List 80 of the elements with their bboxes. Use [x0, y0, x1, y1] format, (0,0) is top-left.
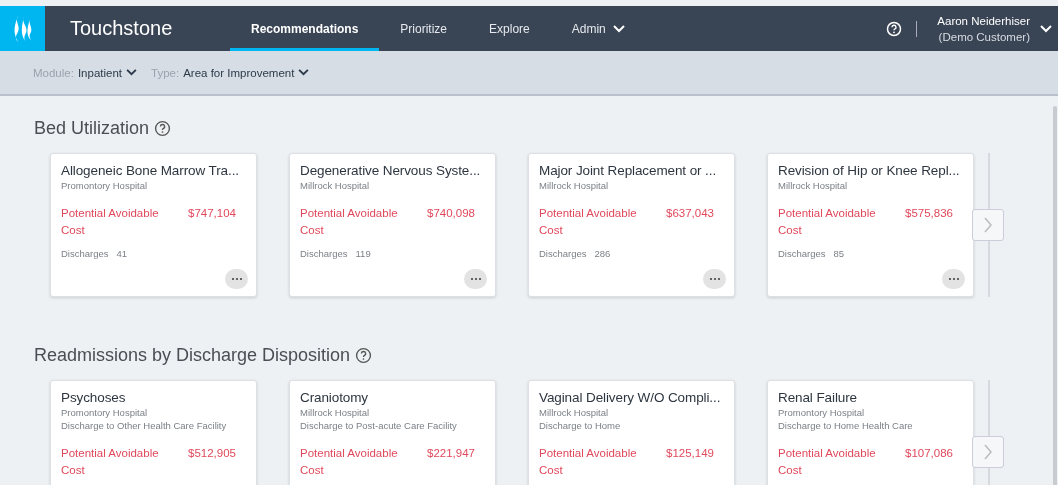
recommendation-card[interactable]: Major Joint Replacement or ... Millrock Hospital Potential Avoidable Cost $637,043 Discharges 286	[528, 153, 735, 297]
more-button[interactable]	[942, 269, 965, 289]
metric-value: $107,086	[905, 446, 953, 461]
recommendation-card[interactable]: Craniotomy Millrock Hospital Discharge to Post-acute Care Facility Potential Avoidable Cost $221,947	[289, 380, 496, 485]
filter-label: Module:	[33, 66, 74, 79]
hospital-name: Millrock Hospital	[539, 180, 610, 191]
recommendation-card[interactable]: Renal Failure Promontory Hospital Discharge to Home Health Care Potential Avoidable Cost $107,086	[767, 380, 974, 485]
discharges-label: Discharges	[300, 248, 348, 259]
metric-label: Potential Avoidable Cost	[778, 446, 877, 478]
more-button[interactable]	[464, 269, 487, 289]
user-name[interactable]: Aaron Neiderhiser	[937, 12, 1030, 29]
help-icon[interactable]	[355, 347, 373, 364]
card-title: Psychoses	[61, 390, 127, 405]
filter-dropdown[interactable]: Area for Improvement	[183, 66, 295, 79]
metric-value: $512,905	[188, 446, 236, 461]
discharge-disposition: Discharge to Home Health Care	[778, 420, 914, 431]
app-title: Touchstone	[70, 17, 174, 40]
section-title: Readmissions by Discharge Disposition	[34, 345, 351, 366]
section-title: Bed Utilization	[34, 118, 150, 139]
discharges-count: 85	[833, 248, 845, 259]
more-button[interactable]	[703, 269, 726, 289]
card-title: Craniotomy	[300, 390, 370, 405]
card-title: Revision of Hip or Knee Repl...	[778, 163, 961, 178]
nav-tab[interactable]: Admin	[550, 6, 646, 51]
discharges-label: Discharges	[61, 248, 109, 259]
ellipsis-icon	[708, 277, 721, 281]
scrollbar[interactable]	[1053, 106, 1057, 485]
recommendation-card[interactable]: Revision of Hip or Knee Repl... Millrock Hospital Potential Avoidable Cost $575,836 Discharges 85	[767, 153, 974, 297]
metric-value: $747,104	[188, 206, 236, 221]
metric-label: Potential Avoidable Cost	[539, 446, 638, 478]
recommendation-card[interactable]: Allogeneic Bone Marrow Tra... Promontory Hospital Potential Avoidable Cost $747,104 Discharges 41	[50, 153, 257, 297]
card-title: Renal Failure	[778, 390, 858, 405]
chevron-right-icon	[983, 444, 993, 460]
recommendation-card[interactable]: Vaginal Delivery W/O Compli... Millrock Hospital Discharge to Home Potential Avoidable Cost $125,149	[528, 380, 735, 485]
metric-label: Potential Avoidable Cost	[778, 206, 877, 238]
metric-label: Potential Avoidable Cost	[61, 206, 160, 238]
discharges-count: 119	[355, 248, 371, 259]
chevron-right-icon	[983, 217, 993, 233]
hospital-name: Promontory Hospital	[61, 180, 149, 191]
metric-label: Potential Avoidable Cost	[539, 206, 638, 238]
ellipsis-icon	[469, 277, 482, 281]
hospital-name: Millrock Hospital	[778, 180, 849, 191]
recommendation-card[interactable]: Degenerative Nervous Syste... Millrock Hospital Potential Avoidable Cost $740,098 Discharges 119	[289, 153, 496, 297]
ellipsis-icon	[947, 277, 960, 281]
hospital-name: Millrock Hospital	[300, 407, 371, 418]
filter-dropdown[interactable]: Inpatient	[77, 66, 123, 79]
card-title: Major Joint Replacement or ...	[539, 163, 718, 178]
discharge-disposition: Discharge to Other Health Care Facility	[61, 420, 228, 431]
filter-label: Type:	[151, 66, 180, 79]
metric-label: Potential Avoidable Cost	[300, 206, 399, 238]
nav-tab[interactable]: Prioritize	[379, 6, 469, 51]
nav-tab[interactable]: Explore	[468, 6, 551, 51]
user-role: (Demo Customer)	[938, 29, 1030, 45]
hospital-name: Promontory Hospital	[778, 407, 866, 418]
discharges-count: 286	[594, 248, 611, 259]
discharges-label: Discharges	[539, 248, 587, 259]
card-title: Degenerative Nervous Syste...	[300, 163, 482, 178]
chevron-down-icon	[612, 24, 625, 33]
metric-value: $575,836	[905, 206, 953, 221]
discharges-count: 41	[116, 248, 128, 259]
card-title: Allogeneic Bone Marrow Tra...	[61, 163, 240, 178]
hospital-name: Millrock Hospital	[539, 407, 610, 418]
recommendation-card[interactable]: Psychoses Promontory Hospital Discharge to Other Health Care Facility Potential Avoidable Cost $512,905	[50, 380, 257, 485]
discharge-disposition: Discharge to Post-acute Care Facility	[300, 420, 458, 431]
discharge-disposition: Discharge to Home	[539, 420, 622, 431]
metric-label: Potential Avoidable Cost	[300, 446, 399, 478]
metric-label: Potential Avoidable Cost	[61, 446, 160, 478]
chevron-down-icon[interactable]	[126, 69, 138, 76]
hospital-name: Promontory Hospital	[61, 407, 149, 418]
metric-value: $125,149	[666, 446, 714, 461]
metric-value: $637,043	[666, 206, 714, 221]
chevron-down-icon[interactable]	[298, 69, 310, 76]
hospital-name: Millrock Hospital	[300, 180, 371, 191]
more-button[interactable]	[225, 269, 248, 289]
metric-value: $221,947	[427, 446, 475, 461]
ellipsis-icon	[230, 277, 243, 281]
help-icon[interactable]	[154, 120, 172, 137]
card-title: Vaginal Delivery W/O Compli...	[539, 390, 722, 405]
discharges-label: Discharges	[778, 248, 826, 259]
metric-value: $740,098	[427, 206, 475, 221]
